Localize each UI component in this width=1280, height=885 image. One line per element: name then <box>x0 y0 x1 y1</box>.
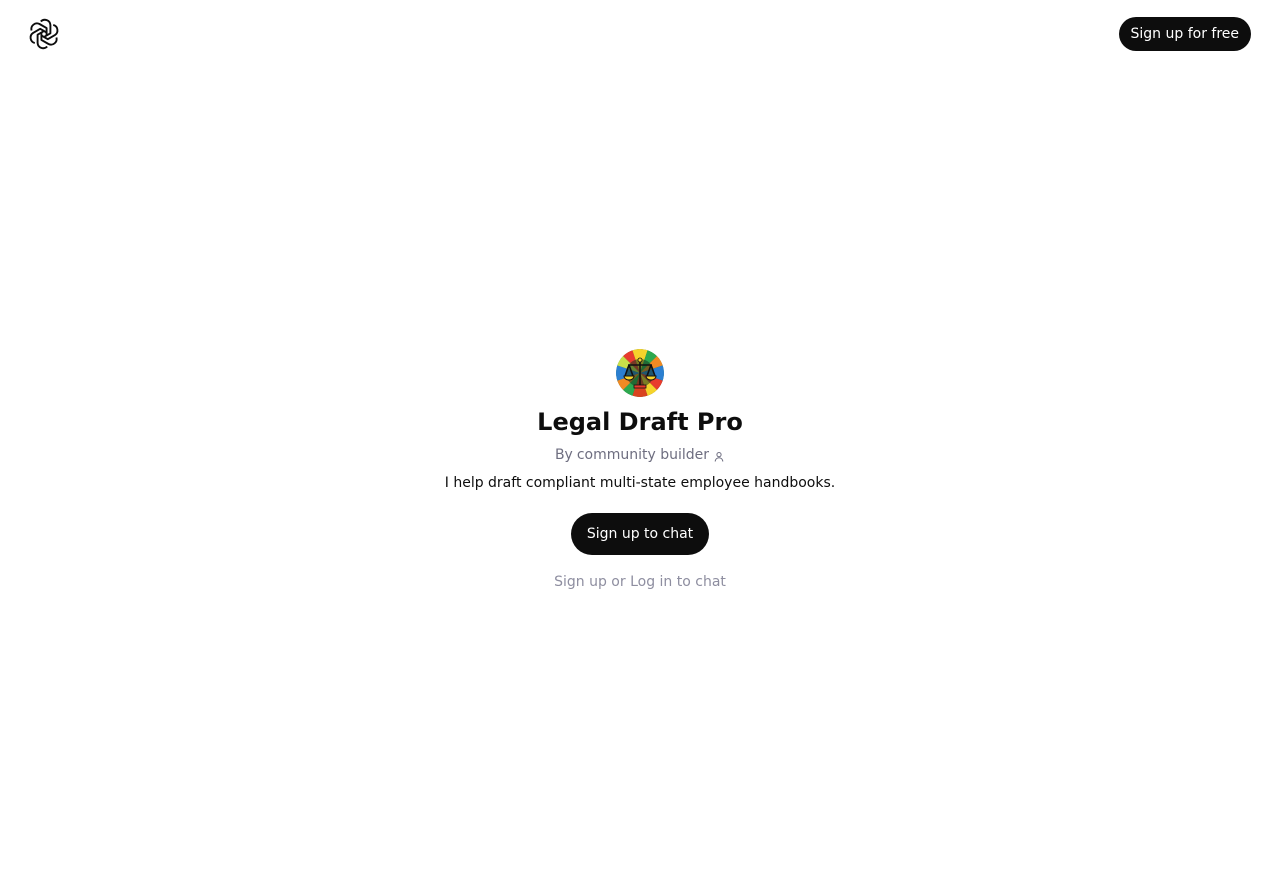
person-icon <box>713 450 725 462</box>
openai-logo-icon[interactable] <box>28 18 60 50</box>
page: Sign up for free Legal Draft Pro By comm… <box>0 0 1280 885</box>
openai-logo-svg <box>29 18 59 50</box>
gpt-title: Legal Draft Pro <box>537 408 743 436</box>
person-icon-svg <box>714 452 724 462</box>
login-link[interactable]: Log in to chat <box>630 574 726 590</box>
signup-free-button[interactable]: Sign up for free <box>1118 17 1251 51</box>
byline: By community builder <box>555 446 725 464</box>
signup-to-chat-button[interactable]: Sign up to chat <box>570 513 710 555</box>
top-bar: Sign up for free <box>0 0 1280 68</box>
scales-of-justice-avatar <box>616 349 664 397</box>
gpt-intro: Legal Draft Pro By community builder I h… <box>0 349 1280 591</box>
login-line: Sign up or Log in to chat <box>554 573 726 591</box>
or-text: or <box>611 574 626 590</box>
signup-link[interactable]: Sign up <box>554 574 607 590</box>
gpt-description: I help draft compliant multi-state emplo… <box>444 475 836 491</box>
byline-prefix: By <box>554 447 573 463</box>
author-name: community builder <box>576 447 710 463</box>
avatar-image <box>616 349 664 397</box>
